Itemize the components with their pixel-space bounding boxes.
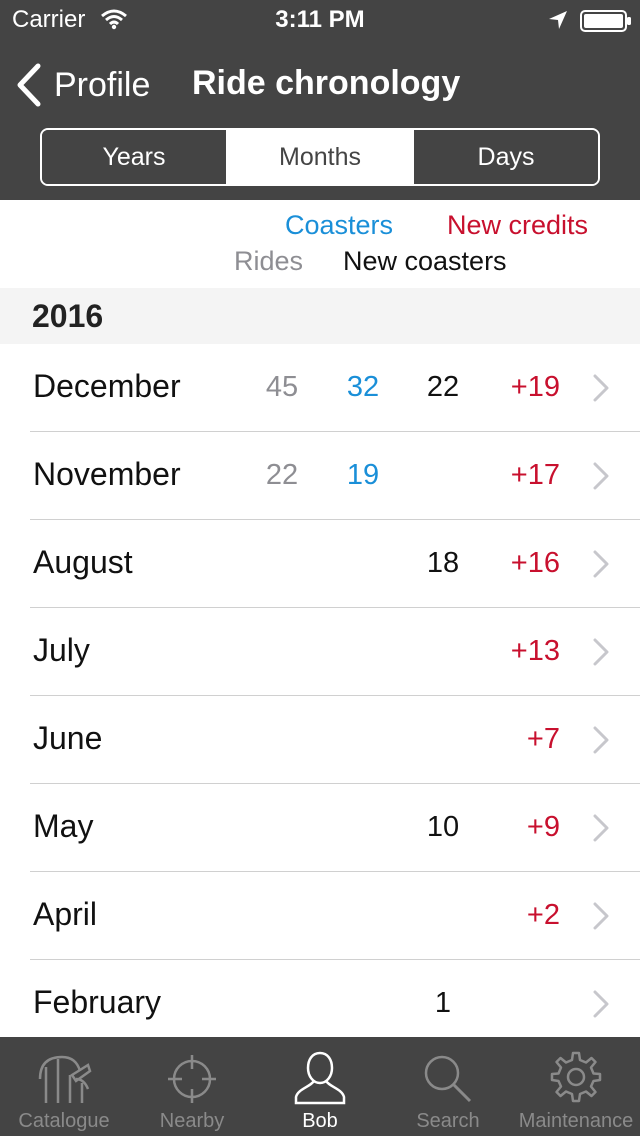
tab-search[interactable]: Search: [384, 1037, 512, 1136]
new-credits-count: +16: [510, 547, 560, 579]
chevron-right-icon: [593, 902, 609, 930]
legend-new-coasters: New coasters: [343, 246, 507, 276]
chevron-left-icon: [17, 63, 41, 107]
list-item[interactable]: November 22 19 +17: [0, 432, 640, 520]
month-label: May: [33, 808, 94, 844]
back-button[interactable]: Profile: [14, 60, 150, 110]
segment-years[interactable]: Years: [42, 130, 228, 184]
list-item[interactable]: February 1: [0, 960, 640, 1048]
back-button-label: Profile: [54, 65, 151, 104]
month-list: December 45 32 22 +19 November 22 19 +17…: [0, 344, 640, 1048]
chevron-right-icon: [593, 638, 609, 666]
tab-nearby[interactable]: Nearby: [128, 1037, 256, 1136]
navigation-header: Carrier 3:11 PM Profile Ride chronology …: [0, 0, 640, 200]
list-item[interactable]: June +7: [0, 696, 640, 784]
coasters-count: 19: [346, 459, 380, 491]
month-label: November: [33, 456, 181, 492]
legend-coasters: Coasters: [285, 210, 394, 240]
tab-bob[interactable]: Bob: [256, 1037, 384, 1136]
column-legend: Coasters New credits Rides New coasters: [0, 200, 640, 288]
month-label: July: [33, 632, 90, 668]
tab-bar: Catalogue Nearby Bob Search Maintenance: [0, 1037, 640, 1136]
tab-label: Catalogue: [18, 1110, 110, 1132]
new-credits-count: +9: [526, 811, 560, 843]
list-item[interactable]: May 10 +9: [0, 784, 640, 872]
month-label: February: [33, 984, 162, 1020]
list-item[interactable]: August 18 +16: [0, 520, 640, 608]
tab-catalogue[interactable]: Catalogue: [0, 1037, 128, 1136]
tab-label: Nearby: [159, 1110, 225, 1132]
new-coasters-count: 1: [434, 987, 452, 1019]
clock: 3:11 PM: [275, 6, 365, 33]
tab-maintenance[interactable]: Maintenance: [512, 1037, 640, 1136]
location-arrow-icon: [549, 11, 567, 29]
month-label: December: [33, 368, 181, 404]
new-credits-count: +7: [526, 723, 560, 755]
crosshair-icon: [168, 1055, 216, 1103]
chevron-right-icon: [593, 550, 609, 578]
new-credits-count: +2: [526, 899, 560, 931]
coasters-count: 32: [346, 371, 380, 403]
month-label: June: [33, 720, 103, 756]
battery-icon: [580, 10, 631, 32]
chevron-right-icon: [593, 814, 609, 842]
list-item[interactable]: July +13: [0, 608, 640, 696]
tab-label: Search: [416, 1110, 480, 1132]
month-label: April: [33, 896, 98, 932]
chevron-right-icon: [593, 726, 609, 754]
legend-new-credits: New credits: [447, 210, 589, 240]
search-icon: [424, 1055, 472, 1103]
chevron-right-icon: [593, 462, 609, 490]
new-credits-count: +19: [510, 371, 560, 403]
segment-days[interactable]: Days: [414, 130, 598, 184]
section-header: 2016: [0, 288, 640, 344]
segment-months[interactable]: Months: [228, 130, 414, 184]
list-item[interactable]: April +2: [0, 872, 640, 960]
period-segmented-control: Years Months Days: [40, 128, 600, 186]
new-coasters-count: 10: [426, 811, 460, 843]
new-coasters-count: 18: [426, 547, 460, 579]
tab-label: Bob: [302, 1110, 338, 1132]
chevron-right-icon: [593, 990, 609, 1018]
coaster-icon: [38, 1055, 92, 1103]
month-label: August: [33, 544, 133, 580]
new-credits-count: +13: [510, 635, 560, 667]
rides-count: 45: [265, 371, 299, 403]
status-bar: Carrier 3:11 PM: [0, 0, 640, 40]
gear-icon: [550, 1051, 602, 1103]
legend-rides: Rides: [234, 246, 304, 276]
rides-count: 22: [265, 459, 299, 491]
new-credits-count: +17: [510, 459, 560, 491]
chevron-right-icon: [593, 374, 609, 402]
new-coasters-count: 22: [426, 371, 460, 403]
list-item[interactable]: December 45 32 22 +19: [0, 344, 640, 432]
page-title: Ride chronology: [192, 64, 461, 102]
tab-label: Maintenance: [518, 1110, 634, 1132]
section-year: 2016: [32, 298, 104, 334]
person-icon: [294, 1051, 346, 1105]
